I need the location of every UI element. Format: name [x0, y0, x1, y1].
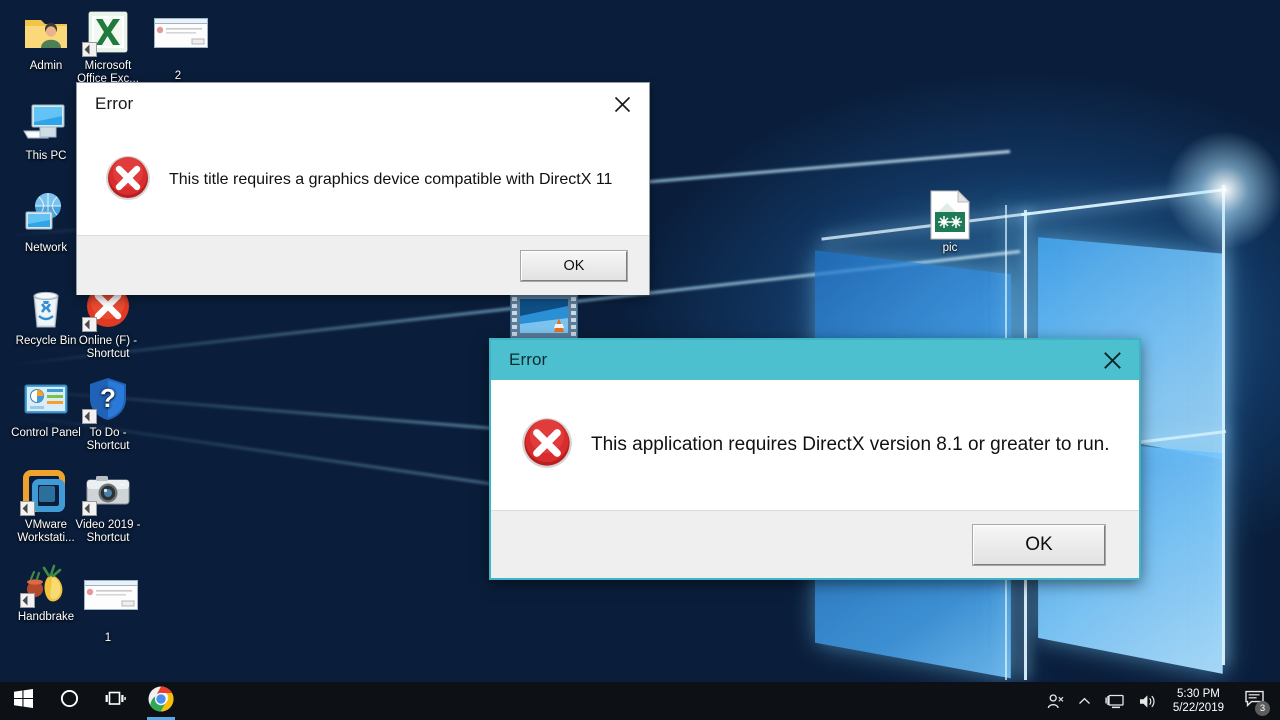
dialog1-message: This title requires a graphics device co… [169, 171, 612, 189]
system-tray: 5:30 PM 5/22/2019 3 [1040, 682, 1280, 720]
directx-81-error-dialog[interactable]: Error This application requires DirectX … [489, 338, 1141, 580]
this-pc-icon [22, 98, 70, 146]
icon-1[interactable]: 1 [70, 580, 146, 645]
wallpaper-hotspot [1165, 130, 1280, 250]
excel-icon [84, 8, 132, 56]
shortcut-arrow-icon [82, 42, 97, 57]
image-thumb-icon [84, 580, 132, 628]
svg-text:?: ? [100, 383, 116, 413]
shortcut-arrow-icon [82, 501, 97, 516]
vmware-icon [22, 467, 70, 515]
cortana-button[interactable] [46, 682, 92, 720]
desktop-icon-label: Network [8, 242, 84, 255]
image-thumb-icon [154, 18, 202, 66]
chevron-up-icon[interactable] [1071, 682, 1098, 720]
chrome-icon [148, 686, 174, 717]
clock-date: 5/22/2019 [1173, 701, 1224, 715]
chrome-button[interactable] [138, 682, 184, 720]
user-folder-icon [22, 8, 70, 56]
taskbar: 5:30 PM 5/22/2019 3 [0, 682, 1280, 720]
network-monitor-icon[interactable] [1098, 682, 1131, 720]
network-icon [22, 190, 70, 238]
directx-11-error-dialog[interactable]: Error This title requires a graphics dev… [76, 82, 650, 295]
clock-time: 5:30 PM [1177, 687, 1220, 701]
icon-pic[interactable]: pic [912, 190, 988, 255]
dialog2-title: Error [509, 350, 547, 370]
dialog1-ok-button[interactable]: OK [521, 251, 627, 281]
icon-this-pc[interactable]: This PC [8, 98, 84, 163]
handbrake-icon [22, 559, 70, 607]
icon-to-do[interactable]: ? To Do - Shortcut [70, 375, 146, 453]
vlc-video-icon [510, 294, 558, 342]
picture-file-icon [926, 190, 974, 238]
shortcut-arrow-icon [82, 409, 97, 424]
tray-people-icon[interactable] [1040, 682, 1071, 720]
dialog1-body: This title requires a graphics device co… [77, 125, 649, 235]
shield-question-icon: ? [84, 375, 132, 423]
dialog2-ok-button[interactable]: OK [973, 525, 1105, 565]
desktop-icon-label: This PC [8, 150, 84, 163]
error-x-icon [521, 417, 573, 474]
dialog1-title: Error [95, 94, 133, 114]
taskbar-clock[interactable]: 5:30 PM 5/22/2019 [1163, 682, 1234, 720]
shortcut-arrow-icon [20, 593, 35, 608]
desktop-screen: Admin Microsoft Office Exc... 2 This PC … [0, 0, 1280, 720]
dialog2-message: This application requires DirectX versio… [591, 434, 1110, 456]
close-icon[interactable] [603, 87, 641, 121]
start-button[interactable] [0, 682, 46, 720]
desktop-icon-label: Online (F) - Shortcut [70, 335, 146, 361]
control-panel-icon [22, 375, 70, 423]
task-view-button[interactable] [92, 682, 138, 720]
icon-excel[interactable]: Microsoft Office Exc... [70, 8, 146, 86]
dialog1-titlebar[interactable]: Error [77, 83, 649, 125]
desktop-icon-label: pic [912, 242, 988, 255]
notification-count-badge: 3 [1255, 701, 1270, 716]
wallpaper-edge-vert-right [1222, 185, 1225, 665]
windows-logo-icon [14, 689, 33, 713]
icon-network[interactable]: Network [8, 190, 84, 255]
icon-video-2019[interactable]: Video 2019 - Shortcut [70, 467, 146, 545]
dialog2-footer: OK [491, 510, 1139, 578]
shortcut-arrow-icon [82, 317, 97, 332]
dialog2-body: This application requires DirectX versio… [491, 380, 1139, 510]
desktop-icon-label: To Do - Shortcut [70, 427, 146, 453]
desktop-icon-label: 1 [70, 632, 146, 645]
recycle-bin-icon [22, 283, 70, 331]
cortana-circle-icon [60, 689, 79, 713]
task-view-icon [105, 690, 126, 713]
icon-2[interactable]: 2 [140, 18, 216, 83]
close-icon[interactable] [1093, 343, 1131, 377]
action-center-button[interactable]: 3 [1234, 682, 1274, 720]
desktop-icon-label: Video 2019 - Shortcut [70, 519, 146, 545]
camera-icon [84, 467, 132, 515]
speaker-icon[interactable] [1131, 682, 1163, 720]
error-x-icon [105, 155, 151, 206]
dialog1-footer: OK [77, 235, 649, 295]
dialog2-titlebar[interactable]: Error [491, 340, 1139, 380]
shortcut-arrow-icon [20, 501, 35, 516]
